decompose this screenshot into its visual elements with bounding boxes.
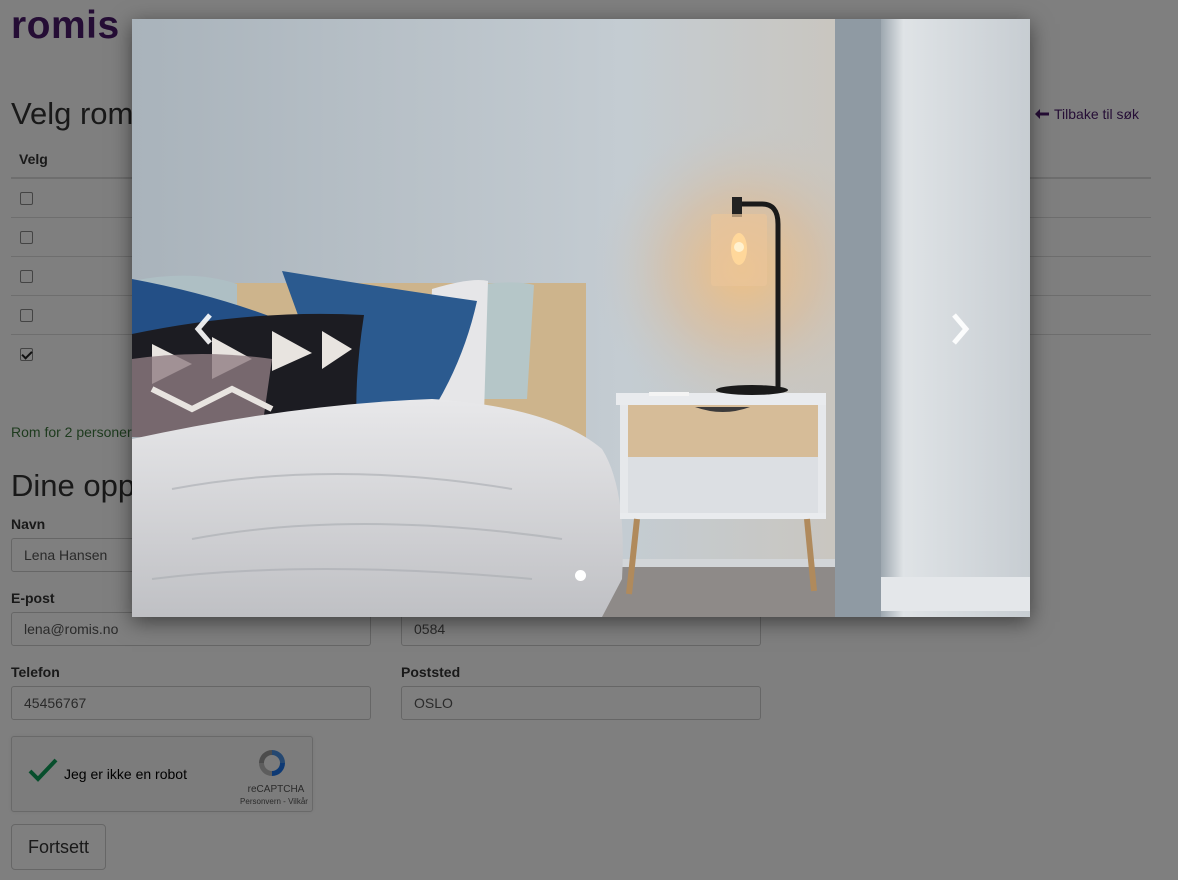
- chevron-right-icon: [952, 313, 970, 345]
- previous-image-button[interactable]: [184, 309, 224, 349]
- carousel-indicator[interactable]: [575, 570, 586, 581]
- chevron-left-icon: [194, 313, 212, 345]
- room-photo-lightbox: [132, 19, 1030, 617]
- room-photo: [132, 19, 1030, 617]
- next-image-button[interactable]: [940, 309, 980, 349]
